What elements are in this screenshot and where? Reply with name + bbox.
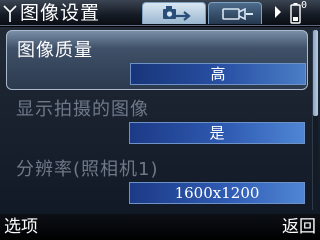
options-softkey[interactable]: 选项 <box>4 216 38 238</box>
settings-list: 图像质量 高 显示拍摄的图像 是 分辨率(照相机1) 1600x1200 <box>0 27 320 214</box>
setting-value-field[interactable]: 1600x1200 <box>129 182 305 204</box>
setting-label: 分辨率(照相机1) <box>16 159 159 180</box>
signal-icon <box>3 5 17 22</box>
scrollbar[interactable] <box>312 30 318 210</box>
title-bar: 图像设置 0 <box>0 0 320 26</box>
camera-settings-tab-icon <box>163 6 191 21</box>
setting-show-captured-image[interactable]: 显示拍摄的图像 是 <box>6 90 308 150</box>
battery-level-label: 0 <box>301 0 308 11</box>
setting-label: 显示拍摄的图像 <box>16 99 149 120</box>
setting-value: 1600x1200 <box>174 184 260 202</box>
back-softkey[interactable]: 返回 <box>282 216 316 238</box>
setting-value: 是 <box>209 124 225 142</box>
page-title: 图像设置 <box>20 2 101 24</box>
setting-value-field[interactable]: 是 <box>129 122 305 144</box>
scroll-thumb[interactable] <box>313 30 318 116</box>
tab-video-settings[interactable] <box>208 2 262 24</box>
setting-image-quality[interactable]: 图像质量 高 <box>6 30 308 90</box>
setting-value-field[interactable]: 高 <box>130 63 306 85</box>
softkey-bar: 选项 返回 <box>0 214 320 240</box>
tab-camera-settings[interactable] <box>142 2 206 24</box>
arrow-right-icon[interactable] <box>274 6 282 18</box>
video-settings-tab-icon <box>222 7 253 21</box>
setting-label: 图像质量 <box>17 40 93 61</box>
setting-value: 高 <box>210 65 226 83</box>
setting-resolution[interactable]: 分辨率(照相机1) 1600x1200 <box>6 150 308 210</box>
